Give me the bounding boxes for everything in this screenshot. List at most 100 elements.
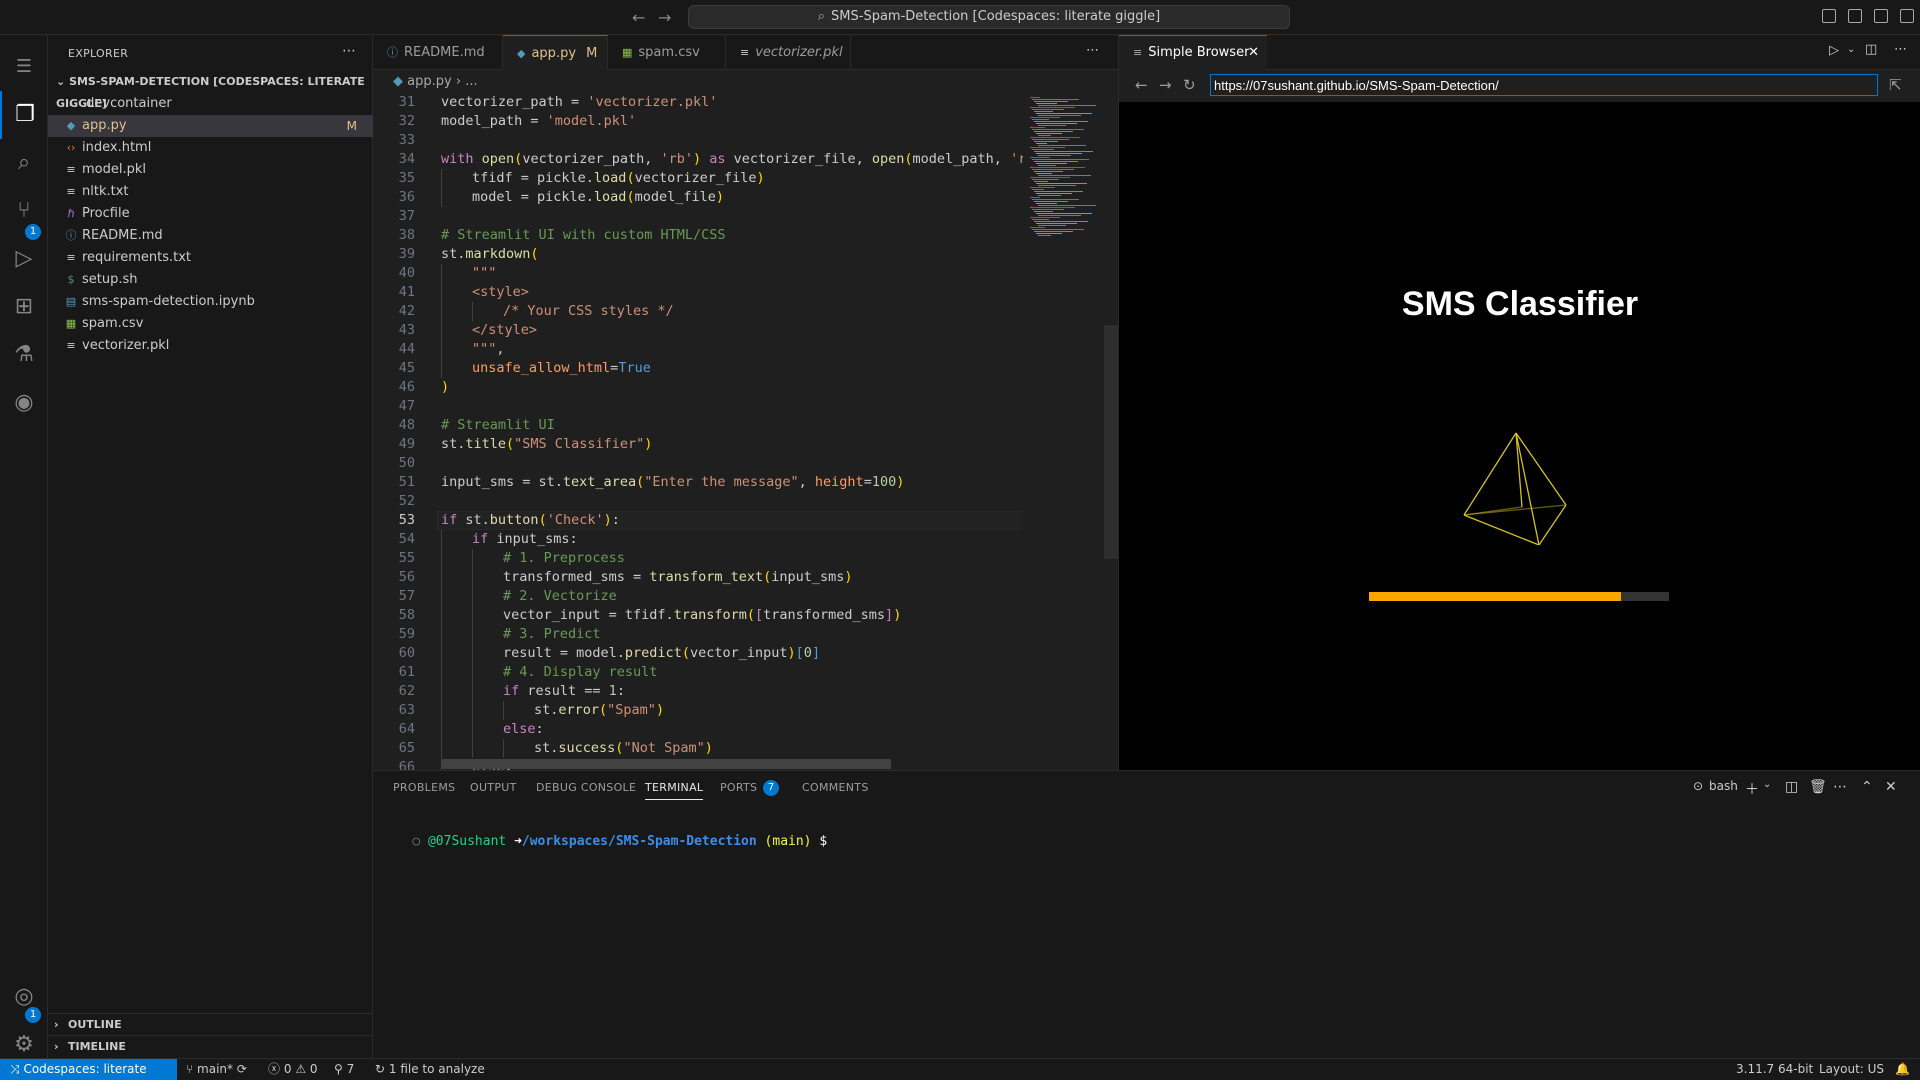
ports-indicator[interactable]: ⚲ 7 xyxy=(334,1059,354,1080)
code-line[interactable]: 32 model_path = 'model.pkl' xyxy=(373,112,1023,131)
explorer-item[interactable]: › .devcontainer xyxy=(48,93,373,115)
command-center[interactable]: ⌕ SMS-Spam-Detection [Codespaces: literat… xyxy=(688,5,1290,29)
terminal-shell-label[interactable]: bash xyxy=(1709,779,1738,793)
code-line[interactable]: 61 # 4. Display result xyxy=(373,663,1023,682)
code-line[interactable]: 63 st.error("Spam") xyxy=(373,701,1023,720)
simple-browser-tab[interactable]: ≡ Simple Browser ✕ xyxy=(1119,35,1267,70)
toggle-primary-sidebar-icon[interactable] xyxy=(1822,9,1836,23)
maximize-panel-icon[interactable]: ⌃ xyxy=(1861,779,1873,795)
more-actions-icon[interactable]: ⋯ xyxy=(1086,43,1099,58)
explorer-item[interactable]: ≡ requirements.txt xyxy=(48,247,373,269)
panel-tab-ports[interactable]: PORTS xyxy=(720,781,757,794)
forward-arrow-icon[interactable]: → xyxy=(1159,76,1172,94)
forward-arrow-icon[interactable]: → xyxy=(658,8,671,27)
workspace-root[interactable]: ⌄ SMS-SPAM-DETECTION [CODESPACES: LITERA… xyxy=(48,71,373,110)
breadcrumb-file[interactable]: app.py xyxy=(407,74,452,89)
breadcrumb-rest[interactable]: ... xyxy=(465,74,477,89)
menu-icon[interactable]: ☰ xyxy=(0,43,48,91)
code-line[interactable]: 52 xyxy=(373,492,1023,511)
close-icon[interactable]: ✕ xyxy=(1248,36,1259,70)
code-line[interactable]: 53 if st.button('Check'): xyxy=(373,511,1023,530)
panel-tab-comments[interactable]: COMMENTS xyxy=(802,781,869,794)
explorer-icon[interactable]: ❐ xyxy=(0,91,48,139)
horizontal-scrollbar[interactable] xyxy=(441,759,891,769)
explorer-item[interactable]: $ setup.sh xyxy=(48,269,373,291)
code-editor[interactable]: 31 vectorizer_path = 'vectorizer.pkl' 32 mo… xyxy=(373,93,1023,770)
trash-icon[interactable]: 🗑 xyxy=(1809,779,1827,795)
explorer-item[interactable]: ≡ vectorizer.pkl xyxy=(48,335,373,357)
testing-icon[interactable]: ⚗ xyxy=(0,331,48,379)
explorer-item[interactable]: ≡ model.pkl xyxy=(48,159,373,181)
code-line[interactable]: 38 # Streamlit UI with custom HTML/CSS xyxy=(373,226,1023,245)
terminal-prompt[interactable]: ○ @07Sushant ➜/workspaces/SMS-Spam-Detec… xyxy=(381,819,827,864)
more-actions-icon[interactable]: ⋯ xyxy=(1833,779,1847,795)
run-debug-icon[interactable]: ▷ xyxy=(0,235,48,283)
code-line[interactable]: 46) xyxy=(373,378,1023,397)
open-external-icon[interactable]: ⇱ xyxy=(1889,76,1902,94)
code-line[interactable]: 55 # 1. Preprocess xyxy=(373,549,1023,568)
code-line[interactable]: 50 xyxy=(373,454,1023,473)
editor-tab[interactable]: ⓘ README.md xyxy=(373,35,503,70)
analyze-indicator[interactable]: ↻ 1 file to analyze xyxy=(375,1059,485,1080)
code-line[interactable]: 45 unsafe_allow_html=True xyxy=(373,359,1023,378)
code-line[interactable]: 54 if input_sms: xyxy=(373,530,1023,549)
remote-indicator[interactable]: ⤨ Codespaces: literate giggle xyxy=(0,1059,177,1080)
code-line[interactable]: 41 <style> xyxy=(373,283,1023,302)
explorer-item[interactable]: ‹› index.html xyxy=(48,137,373,159)
code-line[interactable]: 40 """ xyxy=(373,264,1023,283)
python-version[interactable]: 3.11.7 64-bit xyxy=(1736,1059,1813,1080)
code-line[interactable]: 34 with open(vectorizer_path, 'rb') as ve… xyxy=(373,150,1023,169)
code-line[interactable]: 49 st.title("SMS Classifier") xyxy=(373,435,1023,454)
code-line[interactable]: 59 # 3. Predict xyxy=(373,625,1023,644)
editor-tab[interactable]: ≡ vectorizer.pkl xyxy=(726,35,851,70)
more-actions-icon[interactable]: ⋯ xyxy=(1894,42,1907,57)
split-editor-icon[interactable]: ◫ xyxy=(1865,42,1877,57)
chevron-down-icon[interactable]: ⌄ xyxy=(1763,779,1771,790)
panel-tab-terminal[interactable]: TERMINAL xyxy=(645,781,704,800)
editor-tab[interactable]: ◆ app.py M xyxy=(503,35,608,70)
code-line[interactable]: 39 st.markdown( xyxy=(373,245,1023,264)
code-line[interactable]: 43 </style> xyxy=(373,321,1023,340)
back-arrow-icon[interactable]: ← xyxy=(1135,76,1148,94)
chevron-down-icon[interactable]: ⌄ xyxy=(1847,44,1855,55)
code-line[interactable]: 65 st.success("Not Spam") xyxy=(373,739,1023,758)
code-line[interactable]: 33 xyxy=(373,131,1023,150)
add-terminal-icon[interactable]: ＋ xyxy=(1745,779,1759,799)
source-control-icon[interactable]: ⑂ xyxy=(0,187,48,235)
toggle-panel-icon[interactable] xyxy=(1848,9,1862,23)
code-line[interactable]: 64 else: xyxy=(373,720,1023,739)
code-line[interactable]: 56 transformed_sms = transform_text(input… xyxy=(373,568,1023,587)
github-icon[interactable]: ◉ xyxy=(0,379,48,427)
explorer-item[interactable]: ◆ app.py M xyxy=(48,115,373,137)
notifications-bell-icon[interactable]: 🔔 xyxy=(1895,1059,1910,1080)
code-line[interactable]: 37 xyxy=(373,207,1023,226)
code-line[interactable]: 36 model = pickle.load(model_file) xyxy=(373,188,1023,207)
problems-indicator[interactable]: ⓧ 0 ⚠ 0 xyxy=(268,1059,318,1080)
branch-indicator[interactable]: ⑂ main* ⟳ xyxy=(186,1059,247,1080)
customize-layout-icon[interactable] xyxy=(1900,9,1914,23)
url-input[interactable] xyxy=(1210,74,1878,96)
back-arrow-icon[interactable]: ← xyxy=(632,8,645,27)
search-icon[interactable]: ⌕ xyxy=(0,139,48,187)
explorer-item[interactable]: ▦ spam.csv xyxy=(48,313,373,335)
close-icon[interactable]: ✕ xyxy=(1885,779,1897,795)
toggle-secondary-sidebar-icon[interactable] xyxy=(1874,9,1888,23)
code-line[interactable]: 48 # Streamlit UI xyxy=(373,416,1023,435)
split-terminal-icon[interactable]: ◫ xyxy=(1785,779,1798,795)
code-line[interactable]: 58 vector_input = tfidf.transform([transf… xyxy=(373,606,1023,625)
minimap[interactable] xyxy=(1028,93,1108,770)
panel-tab-output[interactable]: OUTPUT xyxy=(470,781,517,794)
code-line[interactable]: 51 input_sms = st.text_area("Enter the me… xyxy=(373,473,1023,492)
reload-icon[interactable]: ↻ xyxy=(1183,76,1196,94)
editor-tab[interactable]: ▦ spam.csv xyxy=(608,35,726,70)
code-line[interactable]: 47 xyxy=(373,397,1023,416)
keyboard-layout[interactable]: Layout: US xyxy=(1819,1059,1884,1080)
code-line[interactable]: 31 vectorizer_path = 'vectorizer.pkl' xyxy=(373,93,1023,112)
explorer-item[interactable]: ▤ sms-spam-detection.ipynb xyxy=(48,291,373,313)
code-line[interactable]: 42 /* Your CSS styles */ xyxy=(373,302,1023,321)
code-line[interactable]: 35 tfidf = pickle.load(vectorizer_file) xyxy=(373,169,1023,188)
code-line[interactable]: 62 if result == 1: xyxy=(373,682,1023,701)
more-actions-icon[interactable]: ⋯ xyxy=(342,43,356,59)
panel-tab-problems[interactable]: PROBLEMS xyxy=(393,781,455,794)
panel-tab-debug-console[interactable]: DEBUG CONSOLE xyxy=(536,781,636,794)
